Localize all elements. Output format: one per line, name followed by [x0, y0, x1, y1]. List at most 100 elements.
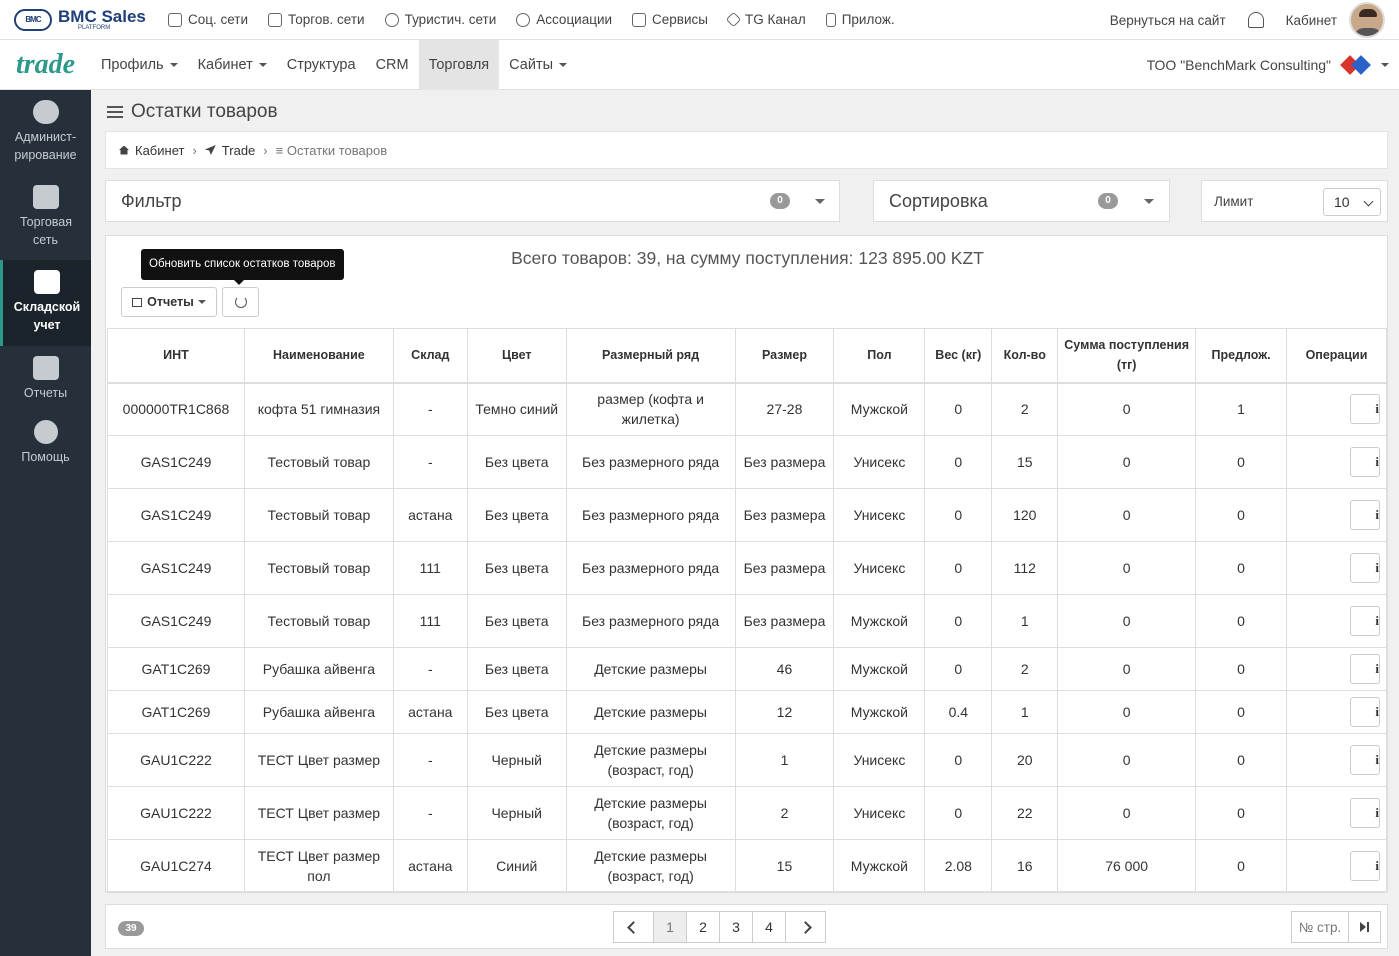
menu-sites[interactable]: Сайты	[499, 40, 577, 90]
sidebar-item-help[interactable]: Помощь	[0, 420, 91, 464]
filter-panel[interactable]: Фильтр 0	[105, 180, 840, 222]
cell-qty: 22	[991, 786, 1059, 840]
cell-size: Без размера	[734, 541, 835, 595]
refresh-button[interactable]	[222, 287, 259, 317]
page-1-button[interactable]: 1	[653, 911, 687, 943]
info-button[interactable]: i	[1350, 745, 1380, 775]
info-button[interactable]: i	[1350, 798, 1380, 828]
topnav-label: Туристич. сети	[404, 12, 497, 27]
info-button[interactable]: i	[1350, 447, 1380, 477]
sidebar-item-warehouse[interactable]: Складской учет	[0, 260, 91, 346]
cell-color: Без цвета	[466, 690, 567, 734]
page-number-input[interactable]: № стр.	[1291, 911, 1349, 943]
cell-color: Черный	[466, 786, 567, 840]
info-button[interactable]: i	[1350, 851, 1380, 881]
column-header-int: ИНТ	[107, 328, 245, 384]
menu-label: Структура	[286, 56, 356, 73]
breadcrumb-trade[interactable]: Trade	[222, 143, 255, 158]
column-header-operations: Операции	[1286, 328, 1387, 384]
page-4-button[interactable]: 4	[752, 911, 786, 943]
prev-page-button[interactable]	[613, 911, 654, 943]
cell-size: 12	[734, 690, 835, 734]
cell-operations: i	[1286, 733, 1387, 787]
cell-name: ТЕСТ Цвет размер	[243, 786, 394, 840]
menu-trade[interactable]: Торговля	[418, 39, 500, 90]
topnav-social[interactable]: Соц. сети	[168, 12, 248, 27]
store-icon	[32, 185, 59, 209]
page-3-button[interactable]: 3	[719, 911, 753, 943]
sidebar-item-reports[interactable]: Отчеты	[0, 356, 91, 400]
back-to-site-link[interactable]: Вернуться на сайт	[1110, 13, 1226, 28]
topnav-tg-channel[interactable]: TG Канал	[725, 11, 806, 28]
topnav-associations[interactable]: Ассоциации	[516, 12, 612, 27]
menu-structure[interactable]: Структура	[277, 40, 366, 90]
next-page-button[interactable]	[785, 911, 826, 943]
column-header-qty: Кол-во	[991, 328, 1059, 384]
go-last-page-button[interactable]	[1348, 911, 1381, 943]
cell-color: Синий	[466, 839, 567, 893]
avatar[interactable]	[1349, 2, 1385, 38]
cell-weight: 0.4	[924, 690, 993, 734]
topnav-apps[interactable]: Прилож.	[825, 12, 895, 27]
phone-icon	[825, 12, 836, 27]
cell-name: кофта 51 гимназия	[243, 382, 394, 436]
info-button[interactable]: i	[1350, 553, 1380, 583]
inbox-icon	[632, 12, 647, 27]
cell-size-range: Без размерного ряда	[565, 541, 736, 595]
page-2-button[interactable]: 2	[686, 911, 720, 943]
topnav-tourism[interactable]: Туристич. сети	[384, 12, 497, 27]
topnav-label: Прилож.	[841, 12, 895, 27]
table-row: GAT1C269 Рубашка айвенга - Без цвета Детские…	[107, 647, 1387, 691]
menu-cabinet[interactable]: Кабинет	[188, 40, 277, 90]
breadcrumb-cabinet[interactable]: Кабинет	[135, 143, 184, 158]
sidebar-item-trade-network[interactable]: Торговая сеть	[0, 185, 91, 251]
company-selector[interactable]: ТОО "BenchMark Consulting"	[1147, 40, 1389, 90]
cabinet-link[interactable]: Кабинет	[1286, 13, 1337, 28]
trade-brand[interactable]: trade	[0, 49, 91, 81]
sidebar-item-admin[interactable]: Админист-рирование	[0, 100, 91, 166]
topnav-label: Ассоциации	[536, 12, 613, 27]
menu-crm[interactable]: CRM	[366, 40, 419, 90]
topnav-trade[interactable]: Торгов. сети	[268, 12, 365, 27]
bmc-logo[interactable]: BMC BMC Sales PLATFORM	[14, 8, 154, 31]
home-icon	[119, 145, 129, 155]
reports-button[interactable]: Отчеты	[121, 287, 217, 317]
cell-int: GAU1C274	[107, 839, 245, 893]
page-jump: № стр.	[1291, 911, 1381, 943]
bell-icon[interactable]	[1247, 12, 1264, 28]
topnav-services[interactable]: Сервисы	[632, 12, 708, 27]
cell-int: GAU1C222	[107, 733, 245, 787]
cell-qty: 20	[991, 733, 1059, 787]
cell-int: GAT1C269	[107, 647, 245, 691]
info-button[interactable]: i	[1350, 500, 1380, 530]
globe-icon	[384, 12, 399, 27]
cell-warehouse: -	[392, 435, 468, 489]
menu-profile[interactable]: Профиль	[91, 40, 188, 90]
sort-panel[interactable]: Сортировка 0	[873, 180, 1170, 222]
cell-weight: 0	[924, 647, 993, 691]
cell-size-range: Без размерного ряда	[565, 594, 736, 648]
info-button[interactable]: i	[1350, 394, 1380, 425]
limit-select[interactable]: 10	[1323, 188, 1381, 216]
cell-warehouse: -	[392, 382, 468, 436]
cell-int: 000000TR1C868	[107, 382, 245, 436]
table-row: GAU1C222 ТЕСТ Цвет размер - Черный Детские р…	[107, 733, 1387, 787]
cell-qty: 2	[991, 382, 1059, 436]
cell-qty: 16	[991, 839, 1059, 893]
column-header-weight: Вес (кг)	[924, 328, 993, 384]
cell-sum: 0	[1057, 541, 1197, 595]
cell-size: 15	[734, 839, 835, 893]
column-header-size: Размер	[734, 328, 835, 384]
info-button[interactable]: i	[1350, 697, 1380, 727]
menu-label: CRM	[375, 56, 409, 73]
sidebar-item-label: Торговая сеть	[20, 215, 73, 247]
column-header-offers: Предлож.	[1195, 328, 1288, 384]
info-button[interactable]: i	[1350, 606, 1380, 636]
table-row: GAS1C249 Тестовый товар астана Без цвета Без…	[107, 488, 1387, 542]
cell-operations: i	[1286, 690, 1387, 734]
cell-qty: 1	[991, 594, 1059, 648]
info-button[interactable]: i	[1350, 654, 1380, 684]
table-row: 000000TR1C868 кофта 51 гимназия - Темно син…	[107, 382, 1387, 436]
cell-operations: i	[1286, 541, 1387, 595]
table-row: GAS1C249 Тестовый товар - Без цвета Без разм…	[107, 435, 1387, 489]
